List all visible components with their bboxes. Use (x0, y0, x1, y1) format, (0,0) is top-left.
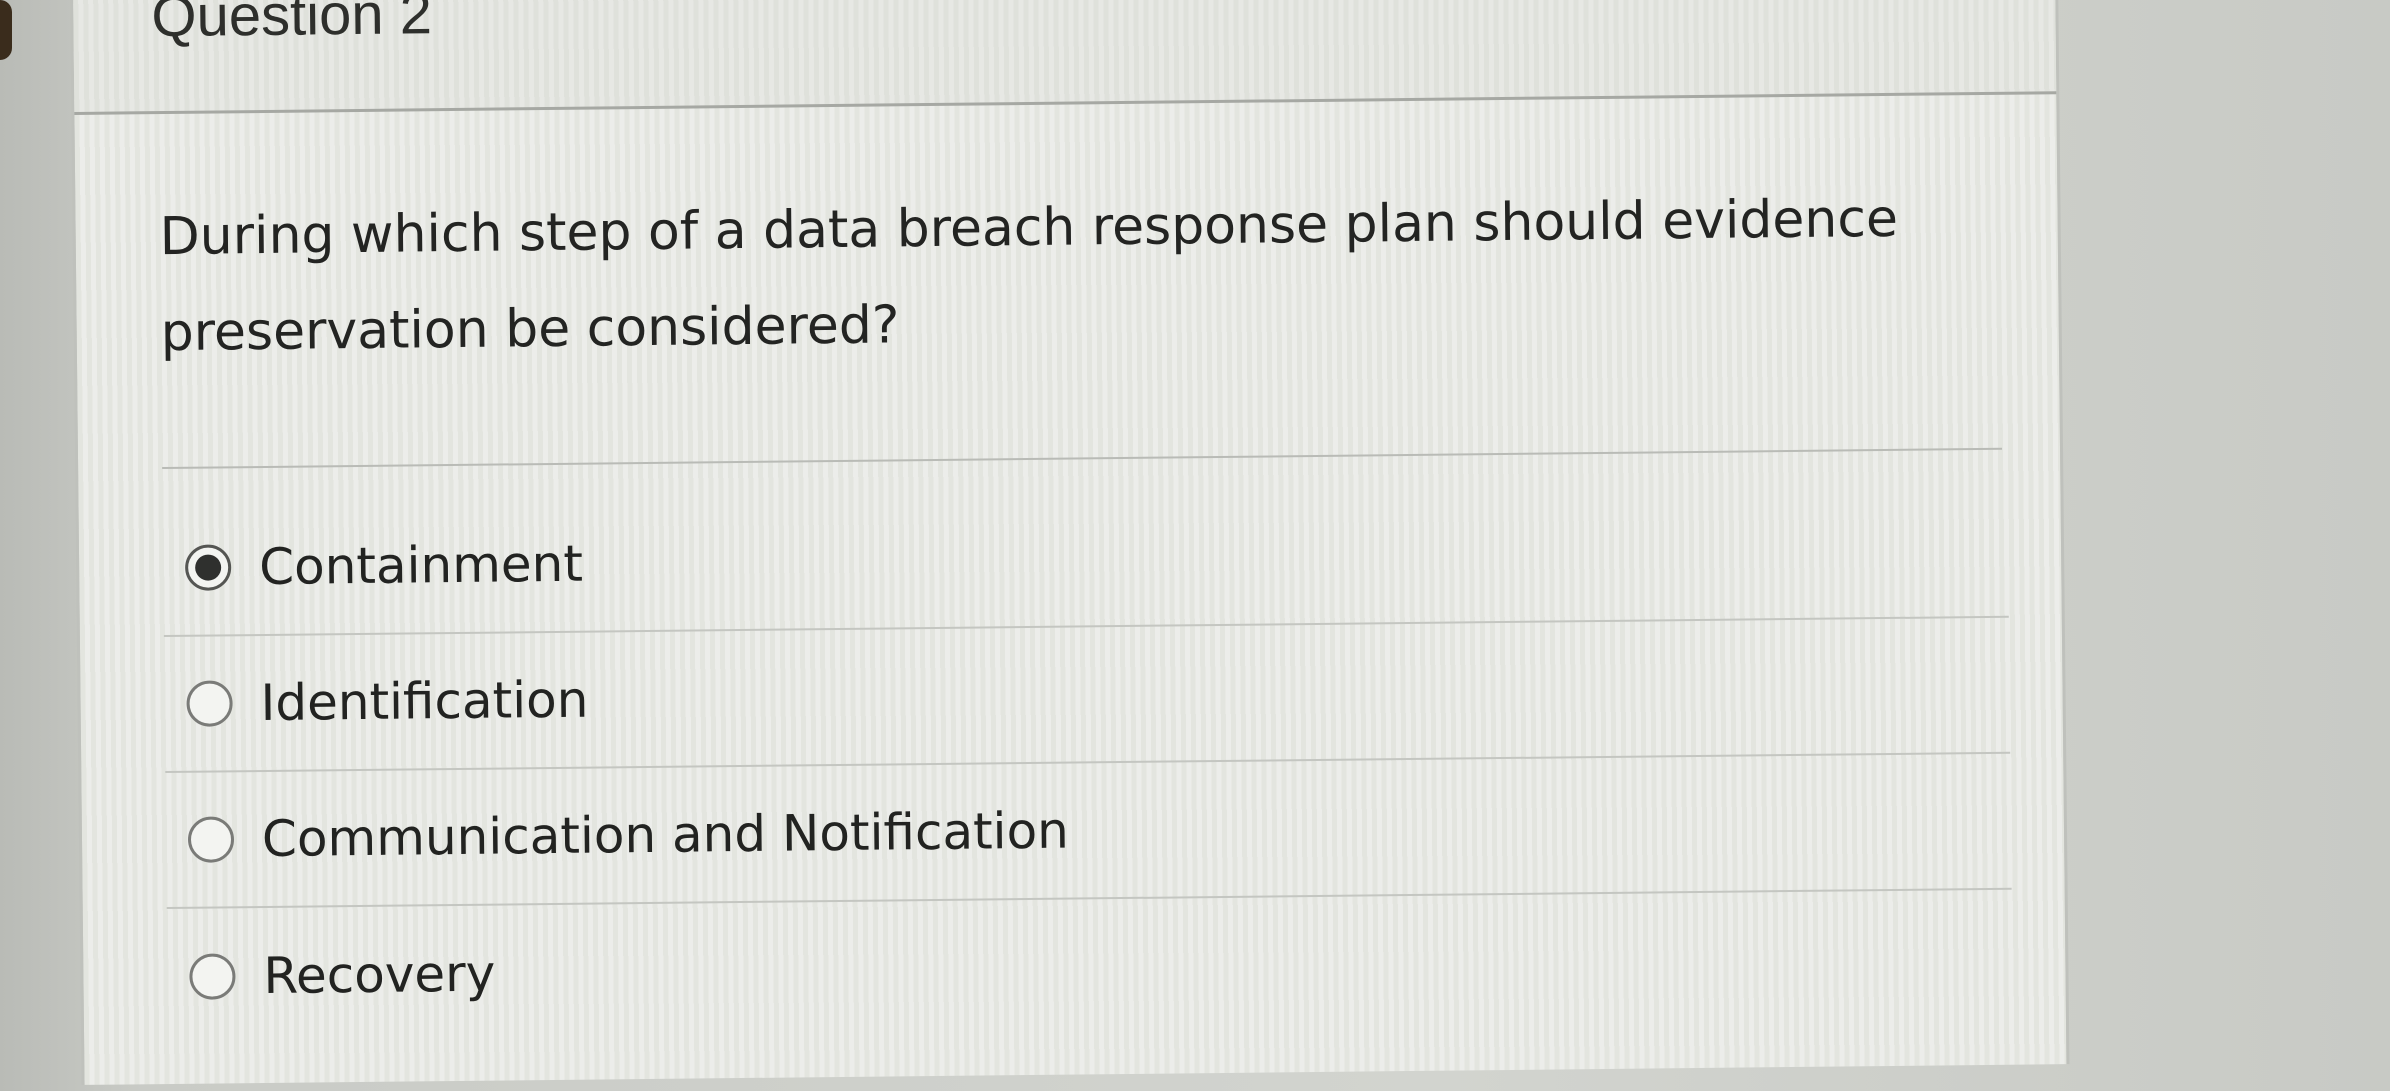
question-title: Question 2 (151, 0, 433, 50)
option-identification[interactable]: Identification (163, 617, 2011, 774)
radio-button[interactable] (186, 680, 233, 727)
radio-selected-dot (195, 554, 222, 581)
option-containment[interactable]: Containment (162, 481, 2009, 638)
option-recovery[interactable]: Recovery (167, 890, 2013, 1045)
divider (162, 447, 2003, 470)
option-label: Containment (258, 534, 584, 597)
option-label: Communication and Notification (261, 801, 1070, 869)
radio-button[interactable] (187, 816, 235, 863)
question-header: Question 2 (72, 0, 2057, 115)
option-communication-and-notification[interactable]: Communication and Notification (165, 753, 2012, 910)
radio-button-selected[interactable] (184, 544, 232, 591)
radio-button[interactable] (189, 953, 236, 1000)
option-label: Recovery (263, 944, 496, 1006)
answer-options: Containment Identification Communication… (162, 481, 2013, 1045)
question-text: During which step of a data breach respo… (159, 188, 1899, 364)
question-card: Question 2 During which step of a data b… (70, 0, 2070, 1085)
device-edge (0, 0, 12, 60)
option-label: Identification (260, 670, 589, 733)
